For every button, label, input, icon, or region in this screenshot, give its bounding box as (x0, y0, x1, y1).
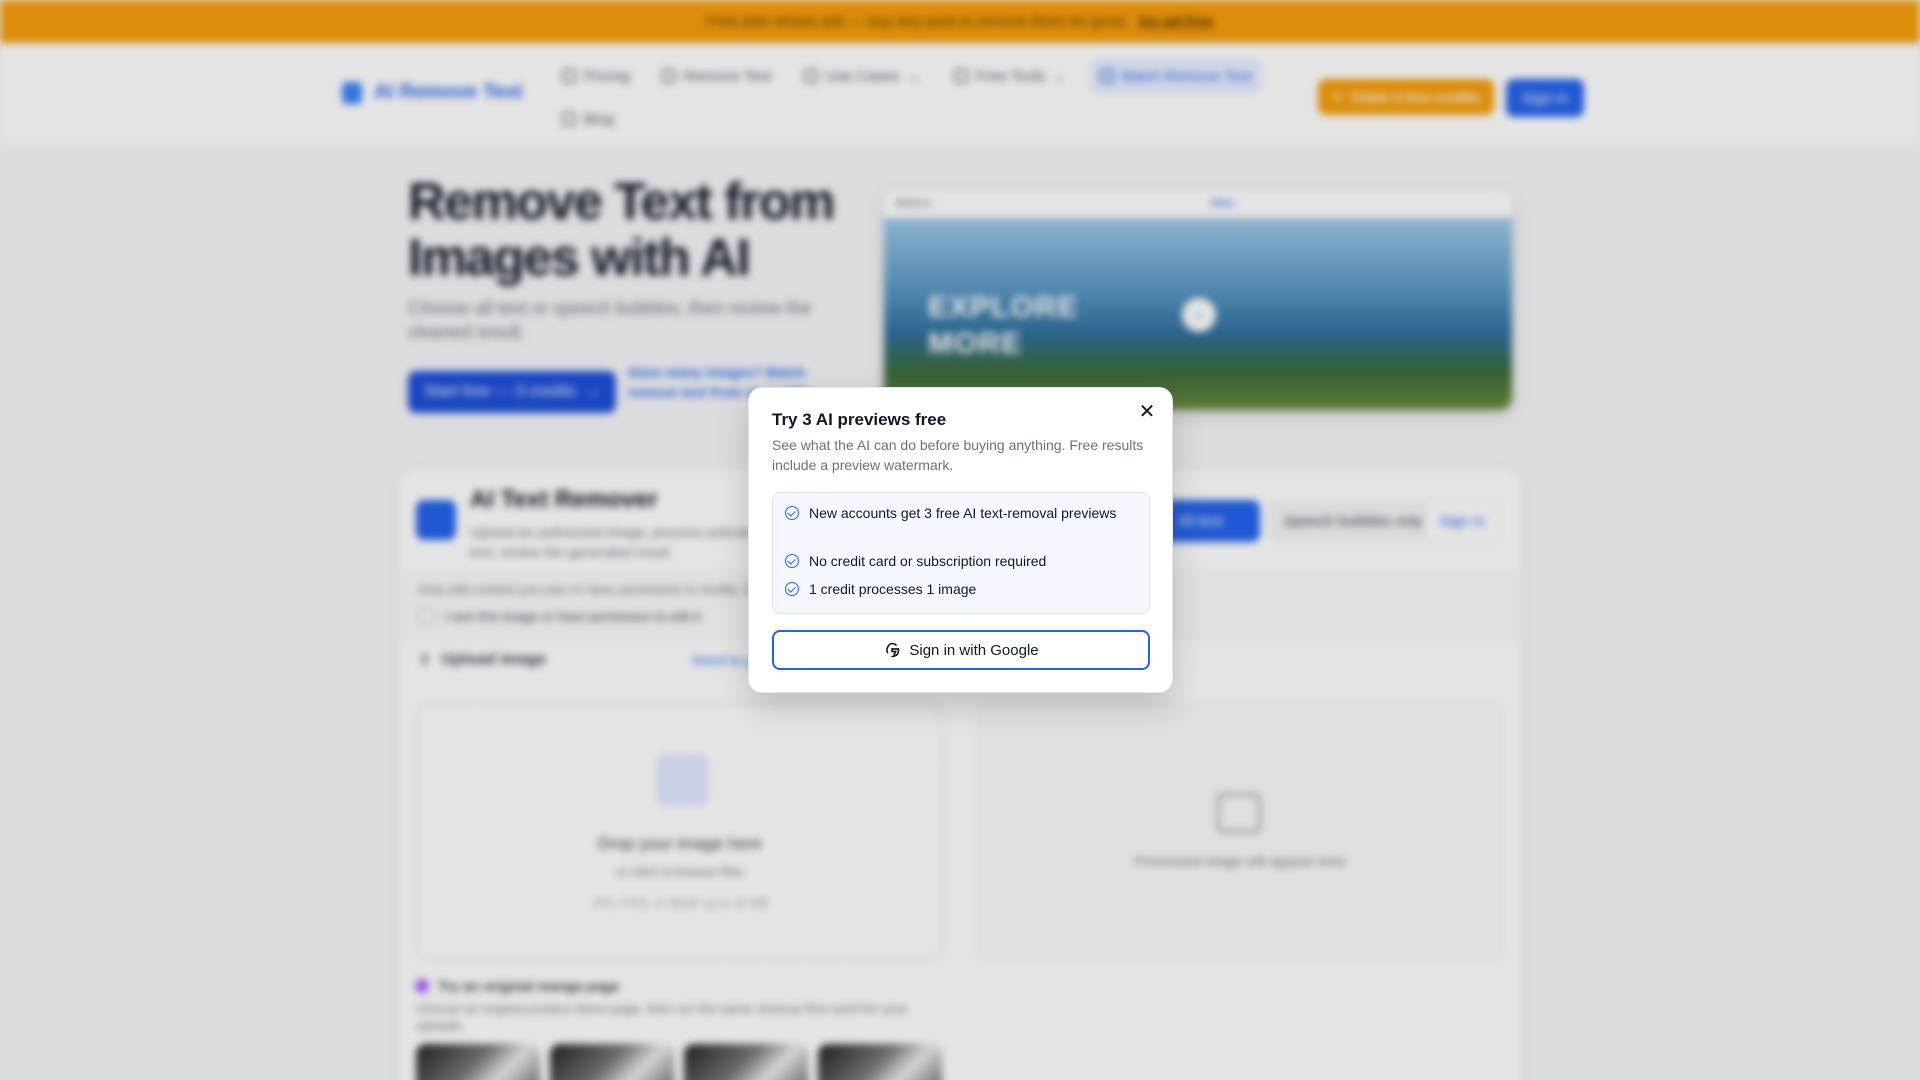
perk-text: New accounts get 3 free AI text-removal … (809, 505, 1117, 521)
perk-text: No credit card or subscription required (809, 553, 1047, 569)
check-circle-icon (785, 554, 799, 568)
modal-title: Try 3 AI previews free (772, 410, 947, 429)
google-signin-button[interactable]: Sign in with Google (772, 630, 1150, 670)
modal-subtitle: See what the AI can do before buying any… (772, 437, 1144, 473)
check-circle-icon (785, 582, 799, 596)
perk-text: 1 credit processes 1 image (809, 581, 977, 597)
perks-list: New accounts get 3 free AI text-removal … (772, 492, 1150, 614)
google-signin-label: Sign in with Google (909, 641, 1039, 659)
perk-item: 1 credit processes 1 image (785, 579, 1135, 599)
check-circle-icon (785, 506, 799, 520)
perk-item: No credit card or subscription required (785, 551, 1135, 571)
close-icon[interactable]: ✕ (1136, 399, 1158, 423)
perk-item: New accounts get 3 free AI text-removal … (785, 503, 1135, 523)
free-previews-modal: ✕ Try 3 AI previews free See what the AI… (748, 387, 1173, 693)
google-icon (883, 641, 901, 659)
